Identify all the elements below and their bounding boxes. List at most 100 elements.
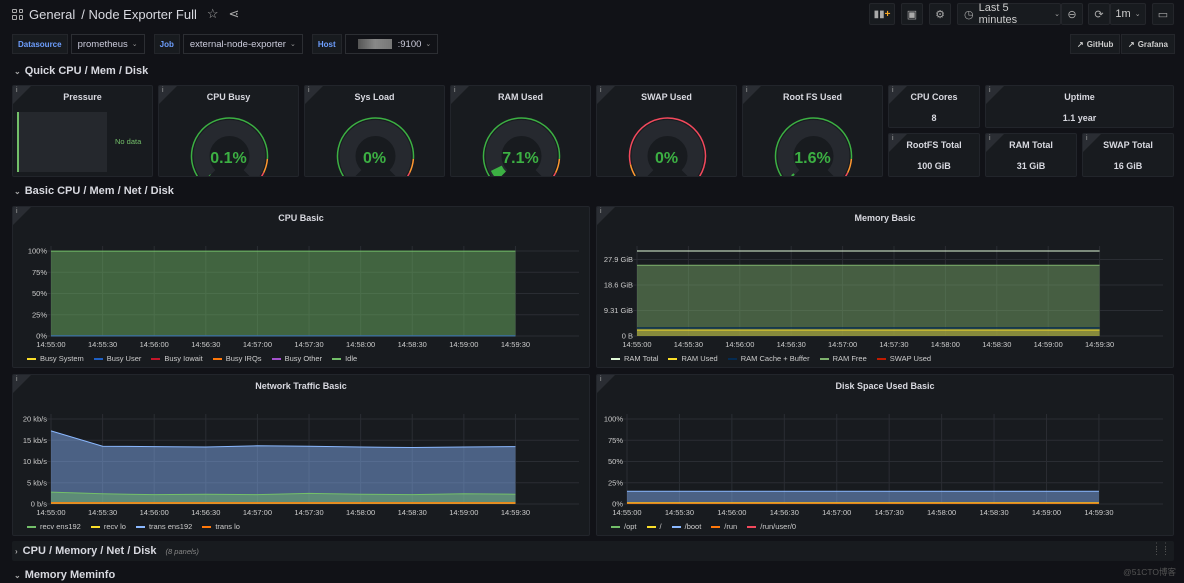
legend-swatch [611, 357, 620, 361]
legend-label: Idle [345, 354, 358, 363]
chevron-down-icon: ⌄ [14, 186, 21, 196]
x-tick-label: 14:56:00 [140, 508, 169, 517]
legend-item[interactable]: Busy Iowait [151, 354, 203, 363]
refresh-interval-picker[interactable]: 1m ⌄ [1110, 3, 1146, 25]
row-memory-meminfo[interactable]: ⌄ Memory Meminfo [14, 569, 115, 581]
zoom-out-button[interactable]: ⊖ [1061, 3, 1083, 25]
legend-item[interactable]: /run/user/0 [747, 522, 796, 531]
series-area [637, 329, 1100, 336]
legend-item[interactable]: RAM Free [819, 354, 867, 363]
dashboard-settings-button[interactable]: ⚙ [929, 3, 951, 25]
variable-select-job[interactable]: external-node-exporter ⌄ [182, 34, 303, 54]
legend-swatch [711, 525, 721, 529]
panel-sys-load: i Sys Load 0% [304, 85, 445, 177]
panel-swap-total: i SWAP Total 16 GiB [1082, 133, 1174, 177]
x-tick-label: 14:58:00 [931, 340, 960, 349]
legend-swatch [332, 357, 342, 361]
legend-item[interactable]: Busy User [93, 354, 141, 363]
legend-item[interactable]: Busy Other [271, 354, 322, 363]
legend-item[interactable]: recv lo [90, 522, 126, 531]
y-tick-label: 10 kb/s [23, 457, 47, 466]
legend-swatch [90, 525, 100, 529]
legend-item[interactable]: Busy IRQs [212, 354, 262, 363]
legend-swatch [646, 525, 656, 529]
row-basic-cpu-mem-net-disk[interactable]: ⌄ Basic CPU / Mem / Net / Disk [14, 185, 174, 197]
y-tick-label: 5 kb/s [27, 478, 47, 487]
add-panel-button[interactable]: ▮▮+ [869, 3, 895, 25]
legend-item[interactable]: RAM Cache + Buffer [727, 354, 810, 363]
refresh-button[interactable]: ⟳ [1088, 3, 1110, 25]
legend-item[interactable]: /run [711, 522, 737, 531]
panel-disk-space-used-basic: i Disk Space Used Basic 0% 25% 50% 75% 100% 1… [596, 374, 1174, 536]
x-tick-label: 14:56:00 [140, 340, 169, 349]
stat-value: 8 [931, 113, 937, 123]
x-tick-label: 14:58:30 [979, 508, 1008, 517]
legend-item[interactable]: trans ens192 [135, 522, 192, 531]
legend-item[interactable]: RAM Total [611, 354, 658, 363]
legend-item[interactable]: trans lo [202, 522, 240, 531]
grafana-link[interactable]: ↗ Grafana [1121, 34, 1175, 54]
redacted-host [357, 39, 392, 49]
link-label: Grafana [1137, 39, 1168, 49]
breadcrumb-folder[interactable]: General [29, 7, 75, 22]
x-tick-label: 14:59:00 [449, 340, 478, 349]
legend-swatch [151, 357, 161, 361]
dashboards-grid-icon[interactable] [12, 8, 23, 20]
x-tick-label: 14:55:30 [665, 508, 694, 517]
drag-handle-icon[interactable]: ⋮⋮ ⋮⋮ [1152, 542, 1170, 556]
legend-swatch [93, 357, 103, 361]
legend-swatch [819, 357, 829, 361]
tv-mode-button[interactable]: ▭ [1152, 3, 1174, 25]
chevron-down-icon: ⌄ [131, 41, 138, 48]
panel-network-traffic-basic: i Network Traffic Basic 0 b/s 5 kb/s 10 kb… [12, 374, 590, 536]
legend-item[interactable]: recv ens192 [27, 522, 81, 531]
y-tick-label: 100% [604, 415, 624, 424]
variable-label-job: Job [153, 34, 180, 54]
variable-select-datasource[interactable]: prometheus ⌄ [70, 34, 145, 54]
chart-legend: RAM Total RAM Used RAM Cache + Buffer RAM F… [611, 354, 931, 363]
legend-label: RAM Cache + Buffer [740, 354, 810, 363]
x-tick-label: 14:55:30 [88, 340, 117, 349]
legend-swatch [27, 357, 36, 361]
gauge-value-arc [791, 173, 795, 176]
row-quick-cpu-mem-disk[interactable]: ⌄ Quick CPU / Mem / Disk [14, 65, 148, 77]
share-icon[interactable]: ⋖ [229, 6, 240, 22]
legend-item[interactable]: Idle [332, 354, 357, 363]
x-tick-label: 14:57:00 [822, 508, 851, 517]
cpu-basic-chart: 0%25%50%75%100%14:55:00 14:55:30 14:56:00 1… [28, 246, 579, 349]
y-tick-label: 75% [32, 268, 47, 277]
chevron-down-icon: ⌄ [425, 41, 432, 48]
time-picker-button[interactable]: ◷ Last 5 minutes ⌄ [957, 2, 1061, 26]
row-panel-count: (8 panels) [165, 546, 199, 556]
star-icon[interactable]: ☆ [207, 6, 219, 22]
legend-item[interactable]: SWAP Used [876, 354, 931, 363]
legend-item[interactable]: / [646, 522, 662, 531]
legend-item[interactable]: Busy System [27, 354, 84, 363]
legend-swatch [27, 525, 36, 529]
legend-swatch [876, 357, 886, 361]
settings-icon: ⚙ [935, 8, 945, 21]
row-cpu-memory-net-disk[interactable]: › CPU / Memory / Net / Disk (8 panels) ⋮… [12, 541, 1174, 561]
legend-label: recv ens192 [40, 522, 81, 531]
legend-label: / [659, 522, 662, 531]
variable-select-host[interactable]: :9100 ⌄ [344, 34, 439, 54]
chart-legend: recv ens192 recv lo trans ens192 trans lo [27, 522, 240, 531]
panel-root-fs-used: i Root FS Used 1.6% [742, 85, 883, 177]
x-tick-label: 14:59:30 [1084, 508, 1113, 517]
x-tick-label: 14:55:00 [612, 508, 641, 517]
x-tick-label: 14:55:30 [88, 508, 117, 517]
dashboard-breadcrumb: General / Node Exporter Full ☆ ⋖ [12, 6, 239, 22]
legend-item[interactable]: /opt [611, 522, 637, 531]
breadcrumb-dashboard[interactable]: / Node Exporter Full [81, 7, 197, 22]
save-dashboard-button[interactable]: ▣ [901, 3, 923, 25]
series-area [637, 265, 1100, 336]
legend-swatch [135, 525, 145, 529]
x-tick-label: 14:57:30 [875, 508, 904, 517]
legend-item[interactable]: RAM Used [668, 354, 718, 363]
gauge-value-arc [490, 165, 507, 176]
github-link[interactable]: ↗ GitHub [1070, 34, 1121, 54]
row-title: Memory Meminfo [24, 569, 116, 581]
legend-swatch [611, 525, 620, 529]
save-icon: ▣ [906, 8, 918, 21]
legend-item[interactable]: /boot [671, 522, 701, 531]
